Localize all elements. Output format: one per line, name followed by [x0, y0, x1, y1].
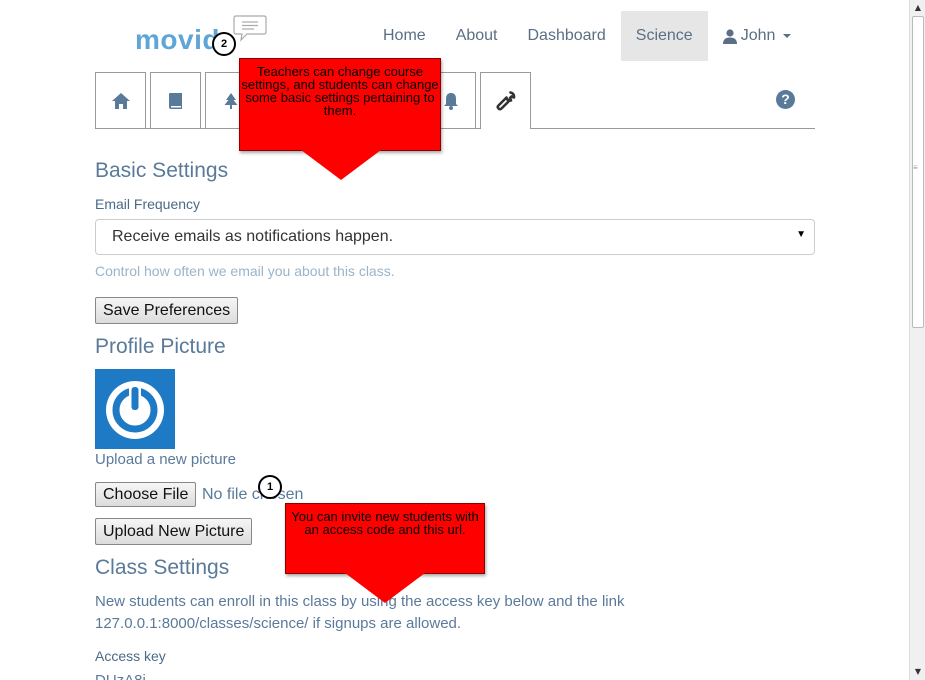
- choose-file-button[interactable]: Choose File: [95, 482, 197, 507]
- callout-tail: [345, 573, 425, 603]
- avatar: [95, 369, 175, 449]
- access-key-label: Access key: [95, 648, 166, 664]
- wrench-icon: [495, 91, 515, 111]
- book-icon: [168, 92, 182, 109]
- page-scrollbar[interactable]: ▲ ≡ ▼: [909, 0, 925, 680]
- tab-book[interactable]: [150, 72, 201, 128]
- enroll-text-line2: 127.0.0.1:8000/classes/science/ if signu…: [95, 615, 462, 632]
- nav-dashboard[interactable]: Dashboard: [513, 11, 621, 61]
- user-name: John: [740, 27, 776, 44]
- upload-picture-label: Upload a new picture: [95, 451, 236, 468]
- dropdown-arrow-icon: ▼: [796, 229, 806, 240]
- email-frequency-select[interactable]: Receive emails as notifications happen. …: [95, 219, 815, 255]
- home-icon: [111, 92, 130, 109]
- brand-logo[interactable]: movid: [135, 24, 220, 56]
- tab-home[interactable]: [95, 72, 146, 128]
- scroll-up-icon[interactable]: ▲: [910, 0, 925, 16]
- profile-picture-heading: Profile Picture: [95, 335, 226, 358]
- scrollbar-thumb[interactable]: [912, 16, 924, 328]
- save-preferences-button[interactable]: Save Preferences: [95, 297, 239, 324]
- callout-course-settings: Teachers can change course settings, and…: [239, 58, 441, 151]
- nav-home[interactable]: Home: [368, 11, 441, 61]
- upload-picture-button[interactable]: Upload New Picture: [95, 518, 253, 545]
- callout-tail: [301, 150, 381, 180]
- email-frequency-value: Receive emails as notifications happen.: [112, 228, 394, 245]
- grip-icon: ≡: [913, 163, 918, 172]
- help-icon[interactable]: ?: [776, 90, 795, 109]
- nav-about[interactable]: About: [441, 11, 513, 61]
- user-menu[interactable]: John: [708, 11, 807, 61]
- no-file-text: No file chosen: [202, 486, 304, 503]
- email-help-text: Control how often we email you about thi…: [95, 263, 395, 279]
- tree-icon: [224, 92, 237, 109]
- class-settings-heading: Class Settings: [95, 556, 230, 579]
- step-marker: 2: [212, 32, 236, 56]
- speech-bubble-icon: [233, 15, 267, 42]
- tab-settings[interactable]: [480, 72, 531, 129]
- chevron-down-icon: [783, 34, 792, 38]
- step-marker: 1: [258, 475, 282, 499]
- user-icon: [722, 28, 737, 44]
- main-nav: Home About Dashboard Science John: [368, 11, 806, 61]
- scroll-down-icon[interactable]: ▼: [910, 664, 925, 680]
- callout-invite-students: You can invite new students with an acce…: [285, 503, 485, 574]
- email-frequency-label: Email Frequency: [95, 196, 201, 212]
- class-tabs: [95, 72, 815, 129]
- bell-icon: [443, 92, 458, 110]
- access-key-value: DUzA8i: [95, 672, 146, 680]
- nav-science[interactable]: Science: [620, 11, 708, 61]
- power-icon: [106, 381, 164, 439]
- basic-settings-heading: Basic Settings: [95, 159, 229, 182]
